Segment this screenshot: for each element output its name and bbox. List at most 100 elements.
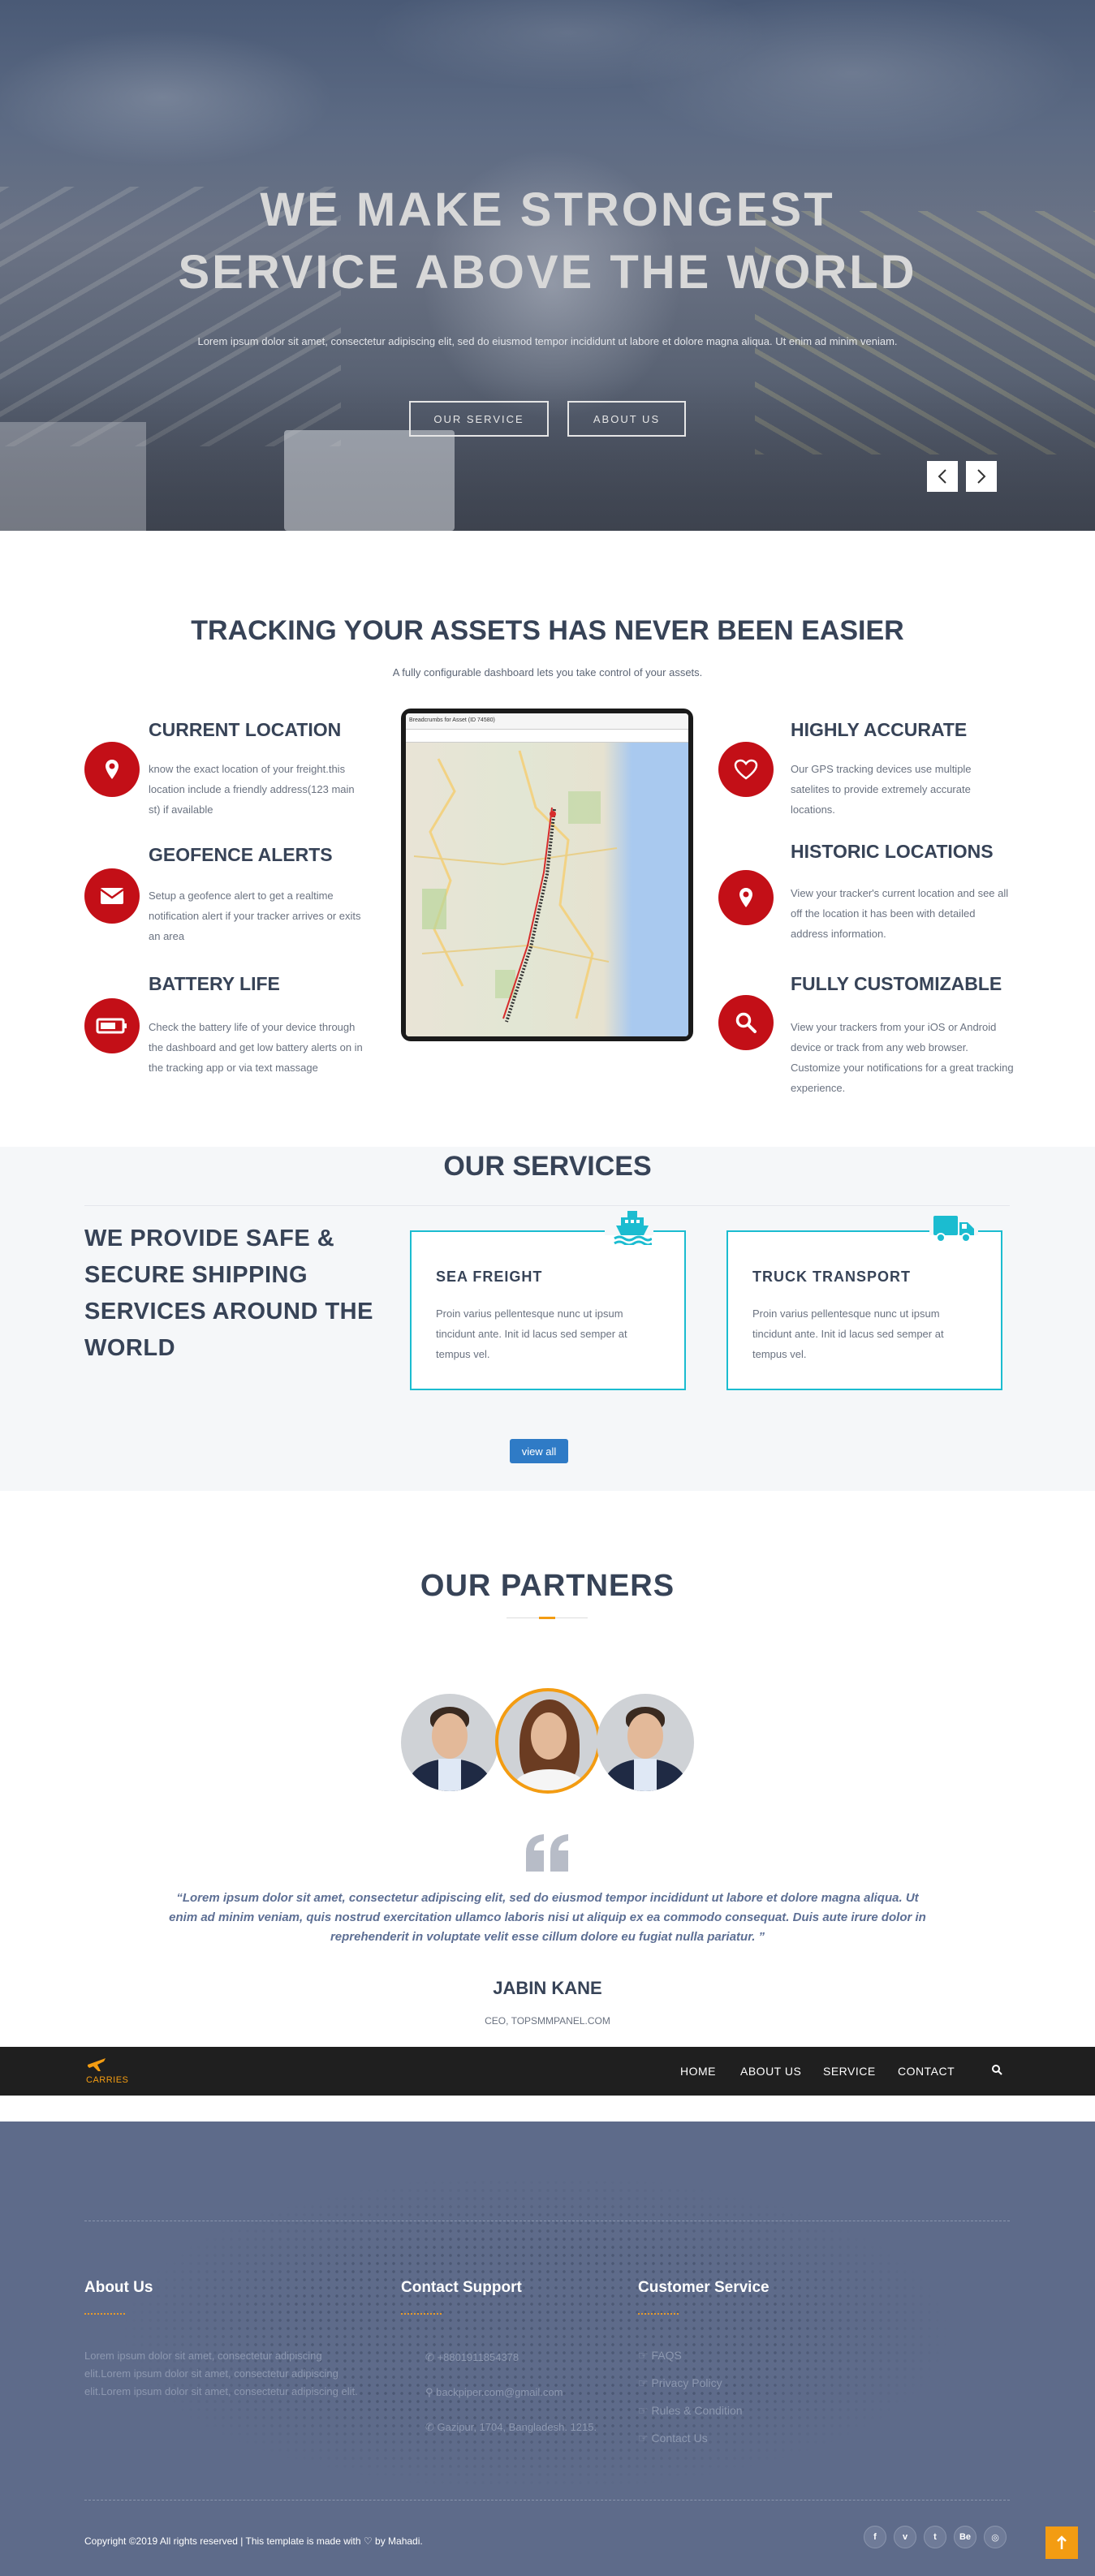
footer-title-underline (401, 2313, 442, 2315)
our-service-button[interactable]: OUR SERVICE (409, 401, 549, 437)
partner-avatar-active[interactable] (495, 1688, 601, 1794)
footer-title-underline (638, 2313, 679, 2315)
view-all-button[interactable]: view all (510, 1439, 568, 1463)
footer-email: backpiper.com@gmail.com (436, 2386, 563, 2398)
feature-text: Our GPS tracking devices use multiple sa… (791, 763, 972, 816)
footer-divider-bottom (84, 2500, 1010, 2501)
map-view[interactable] (406, 743, 688, 1036)
battery-icon (96, 1018, 127, 1034)
testimonial-name: JABIN KANE (493, 1978, 602, 1998)
footer-link-label: Privacy Policy (651, 2376, 722, 2389)
quote-icon (524, 1833, 571, 1877)
footer-contact-title: Contact Support (401, 2279, 522, 2296)
copyright: Copyright ©2019 All rights reserved | Th… (84, 2535, 423, 2547)
chevron-left-icon (938, 469, 946, 484)
copyright-author: by Mahadi. (375, 2535, 423, 2547)
service-card-text: Proin varius pellentesque nunc ut ipsum … (752, 1307, 944, 1360)
footer-link-contact[interactable]: ☞ Contact Us (638, 2432, 708, 2445)
phone-icon: ✆ (425, 2421, 438, 2433)
map-marker-icon (739, 888, 752, 907)
feature-icon-geofence (84, 868, 140, 924)
partner-avatar[interactable] (597, 1694, 694, 1791)
footer-phone-row[interactable]: ✆ +8801911854378 (425, 2349, 519, 2367)
service-card-truck-transport[interactable]: TRUCK TRANSPORT Proin varius pellentesqu… (726, 1216, 1002, 1390)
slider-next-button[interactable] (966, 461, 997, 492)
about-us-button[interactable]: ABOUT US (567, 401, 686, 437)
feature-text: know the exact location of your freight.… (149, 763, 355, 816)
services-lead-text: WE PROVIDE SAFE & SECURE SHIPPING SERVIC… (84, 1226, 373, 1361)
phone-icon: ✆ (425, 2351, 438, 2363)
facebook-icon[interactable]: f (864, 2526, 886, 2548)
tracking-dashboard-tablet: Breadcrumbs for Asset (ID 74580) (401, 709, 693, 1041)
nav-home[interactable]: HOME (680, 2065, 716, 2078)
logo-text: CARRIES (86, 2075, 129, 2085)
truck-icon (933, 1214, 974, 1247)
feature-text: View your trackers from your iOS or Andr… (791, 1021, 1014, 1094)
map-header: Breadcrumbs for Asset (ID 74580) (406, 713, 688, 730)
world-map-background (49, 2154, 1023, 2511)
footer-title-underline (84, 2313, 125, 2315)
hand-pointer-icon: ☞ (638, 2349, 652, 2362)
search-icon (735, 1012, 757, 1033)
nav-search-button[interactable] (991, 2064, 1002, 2079)
envelope-icon (100, 888, 124, 904)
partner-avatar[interactable] (401, 1694, 498, 1791)
feature-icon-historic (718, 870, 774, 925)
feature-title: GEOFENCE ALERTS (149, 844, 333, 865)
feature-text: View your tracker's current location and… (791, 887, 1009, 940)
ship-icon (613, 1209, 653, 1249)
footer-link-label: FAQS (651, 2349, 682, 2362)
testimonial-role: CEO, TOPSMMPANEL.COM (485, 2015, 610, 2027)
vimeo-icon[interactable]: v (894, 2526, 916, 2548)
map-toolbar (406, 730, 688, 743)
service-card-text: Proin varius pellentesque nunc ut ipsum … (436, 1307, 627, 1360)
hero-title-line2: SERVICE ABOVE THE WORLD (178, 246, 917, 299)
footer-about-title: About Us (84, 2279, 153, 2296)
footer-link-faqs[interactable]: ☞ FAQS (638, 2349, 682, 2363)
slider-prev-button[interactable] (927, 461, 958, 492)
feature-title: HIGHLY ACCURATE (791, 719, 968, 740)
tracking-title: TRACKING YOUR ASSETS HAS NEVER BEEN EASI… (191, 615, 904, 646)
footer-link-label: Contact Us (651, 2432, 708, 2445)
service-card-sea-freight[interactable]: SEA FREIGHT Proin varius pellentesque nu… (410, 1211, 686, 1390)
feature-icon-customizable (718, 995, 774, 1050)
dribbble-icon[interactable]: ◎ (984, 2526, 1007, 2548)
footer-service-title: Customer Service (638, 2279, 770, 2296)
hero-title-line1: WE MAKE STRONGEST (260, 183, 835, 236)
partners-title: OUR PARTNERS (420, 1569, 675, 1603)
search-icon (992, 2065, 1002, 2075)
hand-pointer-icon: ☞ (638, 2432, 652, 2445)
footer-link-rules[interactable]: ☞ Rules & Condition (638, 2404, 743, 2418)
hero-background-vehicle (0, 422, 146, 531)
feature-title: HISTORIC LOCATIONS (791, 841, 994, 862)
arrow-up-icon (1057, 2535, 1067, 2549)
main-navbar: CARRIES HOME ABOUT US SERVICE CONTACT (0, 2047, 1095, 2096)
footer-link-privacy[interactable]: ☞ Privacy Policy (638, 2376, 722, 2390)
back-to-top-button[interactable] (1045, 2526, 1078, 2559)
feature-title: BATTERY LIFE (149, 973, 280, 994)
nav-contact[interactable]: CONTACT (898, 2065, 955, 2078)
footer-email-row[interactable]: ⚲ backpiper.com@gmail.com (425, 2384, 563, 2402)
footer-phone: +8801911854378 (437, 2351, 519, 2363)
map-marker-icon (106, 760, 119, 779)
map-screen: Breadcrumbs for Asset (ID 74580) (406, 713, 688, 1036)
nav-service[interactable]: SERVICE (823, 2065, 876, 2078)
copyright-text: Copyright ©2019 All rights reserved | Th… (84, 2535, 361, 2547)
behance-icon[interactable]: Be (954, 2526, 976, 2548)
service-card-title: TRUCK TRANSPORT (752, 1269, 911, 1285)
tracking-subtitle: A fully configurable dashboard lets you … (392, 666, 703, 678)
heart-icon (734, 759, 758, 780)
services-divider (84, 1205, 1010, 1206)
hand-pointer-icon: ☞ (638, 2376, 652, 2389)
hero-subtitle: Lorem ipsum dolor sit amet, consectetur … (197, 335, 898, 347)
heart-icon: ♡ (363, 2535, 373, 2547)
site-logo[interactable]: CARRIES (86, 2055, 128, 2085)
feature-icon-battery (84, 998, 140, 1053)
testimonial-quote: “Lorem ipsum dolor sit amet, consectetur… (169, 1891, 926, 1944)
nav-about-us[interactable]: ABOUT US (740, 2065, 801, 2078)
feature-text: Check the battery life of your device th… (149, 1021, 363, 1074)
footer-address: Gazipur, 1704, Bangladesh. 1215. (437, 2421, 597, 2433)
feature-title: FULLY CUSTOMIZABLE (791, 973, 1002, 994)
twitter-icon[interactable]: t (924, 2526, 946, 2548)
service-card-title: SEA FREIGHT (436, 1269, 543, 1285)
